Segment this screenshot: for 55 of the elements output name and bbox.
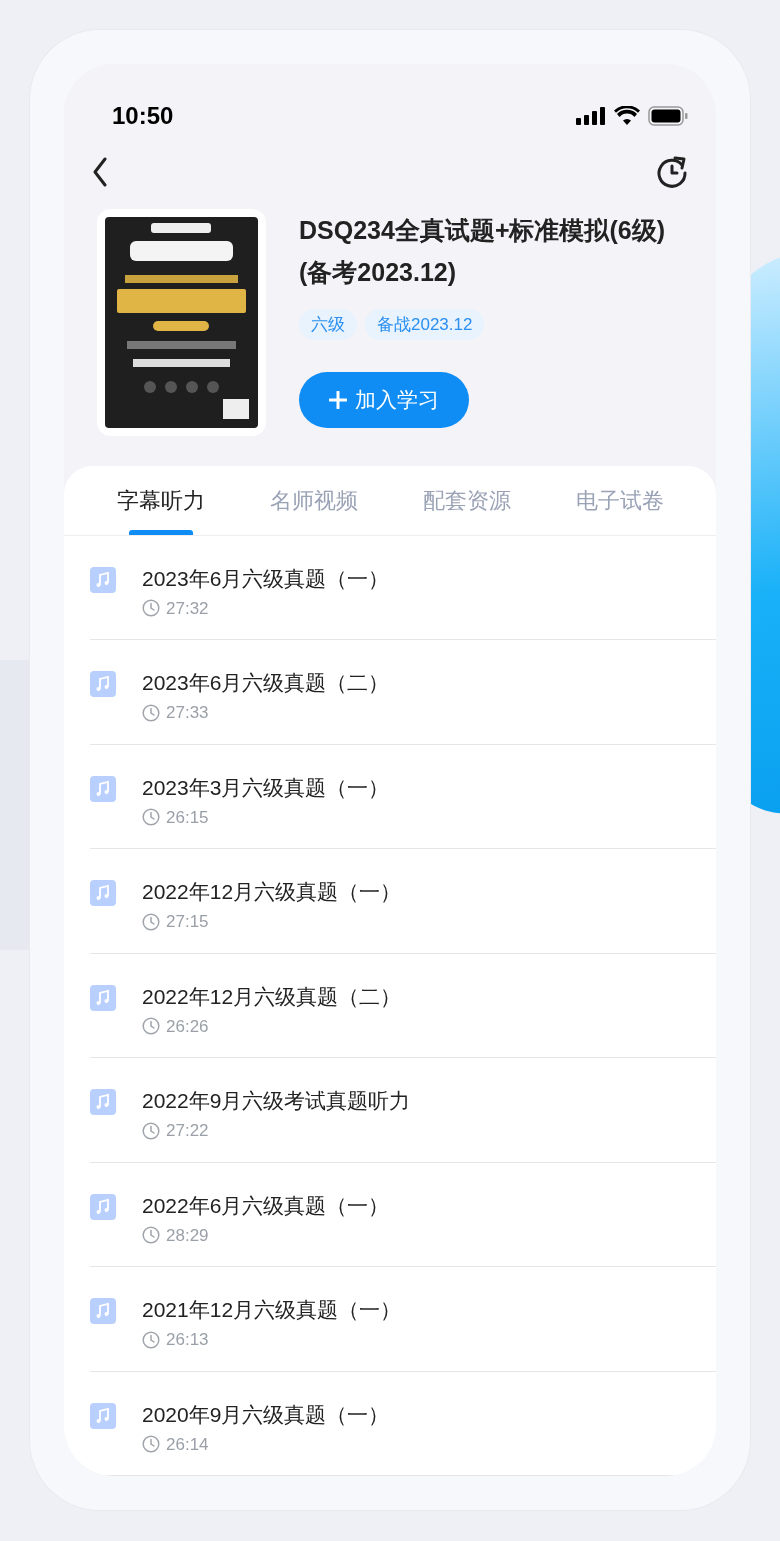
clock-icon	[142, 912, 160, 931]
item-duration: 28:29	[166, 1224, 209, 1247]
signal-icon	[576, 106, 606, 125]
item-duration: 27:22	[166, 1120, 209, 1142]
book-title: DSQ234全真试题+标准模拟(6级)(备考2023.12)	[299, 214, 667, 288]
music-note-icon	[90, 984, 116, 1011]
music-note-icon	[90, 1402, 116, 1429]
item-title: 2023年6月六级真题（二）	[142, 670, 391, 696]
item-duration: 26:15	[166, 806, 209, 829]
music-note-icon	[90, 1298, 116, 1324]
item-title: 2022年6月六级真题（一）	[142, 1192, 391, 1219]
music-note-icon	[90, 775, 116, 802]
item-duration: 27:33	[166, 702, 209, 724]
audio-list-item[interactable]: 2022年6月六级真题（一） 28:29	[90, 1162, 716, 1267]
audio-list-item[interactable]: 2021年12月六级真题（一） 26:13	[90, 1267, 716, 1372]
back-icon[interactable]	[92, 156, 108, 187]
audio-list-item[interactable]: 2020年9月六级真题（一） 26:14	[90, 1371, 716, 1476]
clock-icon	[142, 1226, 160, 1245]
wifi-icon	[614, 105, 640, 126]
music-note-icon	[90, 671, 116, 697]
tag: 备战2023.12	[365, 308, 485, 340]
item-title: 2022年12月六级真题（二）	[142, 983, 403, 1010]
audio-list-item[interactable]: 2023年6月六级真题（一） 27:32	[90, 535, 716, 640]
item-title: 2023年3月六级真题（一）	[142, 774, 391, 801]
item-title: 2022年12月六级真题（一）	[142, 879, 403, 905]
item-duration: 26:26	[166, 1015, 209, 1038]
item-duration: 26:14	[166, 1433, 209, 1456]
audio-list-item[interactable]: 2022年9月六级考试真题听力 27:22	[90, 1058, 716, 1163]
music-note-icon	[90, 566, 116, 593]
audio-list-item[interactable]: 2023年6月六级真题（二） 27:33	[90, 640, 716, 745]
plus-icon	[329, 391, 347, 409]
item-title: 2023年6月六级真题（一）	[142, 565, 391, 592]
tab[interactable]: 字幕听力	[112, 465, 209, 536]
clock-icon	[142, 1017, 160, 1036]
clock-icon	[142, 703, 160, 722]
music-note-icon	[90, 880, 116, 906]
item-title: 2020年9月六级真题（一）	[142, 1401, 391, 1428]
clock-icon	[142, 1121, 160, 1140]
clock-icon	[142, 808, 160, 827]
music-note-icon	[90, 1089, 116, 1115]
status-time: 10:50	[112, 100, 174, 131]
item-duration: 27:32	[166, 597, 209, 620]
battery-icon	[648, 105, 688, 126]
clock-icon	[142, 599, 160, 618]
audio-list-item[interactable]: 2022年12月六级真题（一） 27:15	[90, 849, 716, 954]
item-duration: 26:13	[166, 1329, 209, 1351]
clock-icon	[142, 1435, 160, 1454]
clock-icon	[142, 1330, 160, 1349]
audio-list-item[interactable]: 2023年3月六级真题（一） 26:15	[90, 744, 716, 849]
audio-list-item[interactable]: 2022年12月六级真题（二） 26:26	[90, 953, 716, 1058]
music-note-icon	[90, 1193, 116, 1220]
tag: 六级	[299, 308, 357, 340]
item-title: 2021年12月六级真题（一）	[142, 1297, 403, 1323]
item-duration: 27:15	[166, 911, 209, 933]
item-title: 2022年9月六级考试真题听力	[142, 1088, 412, 1114]
